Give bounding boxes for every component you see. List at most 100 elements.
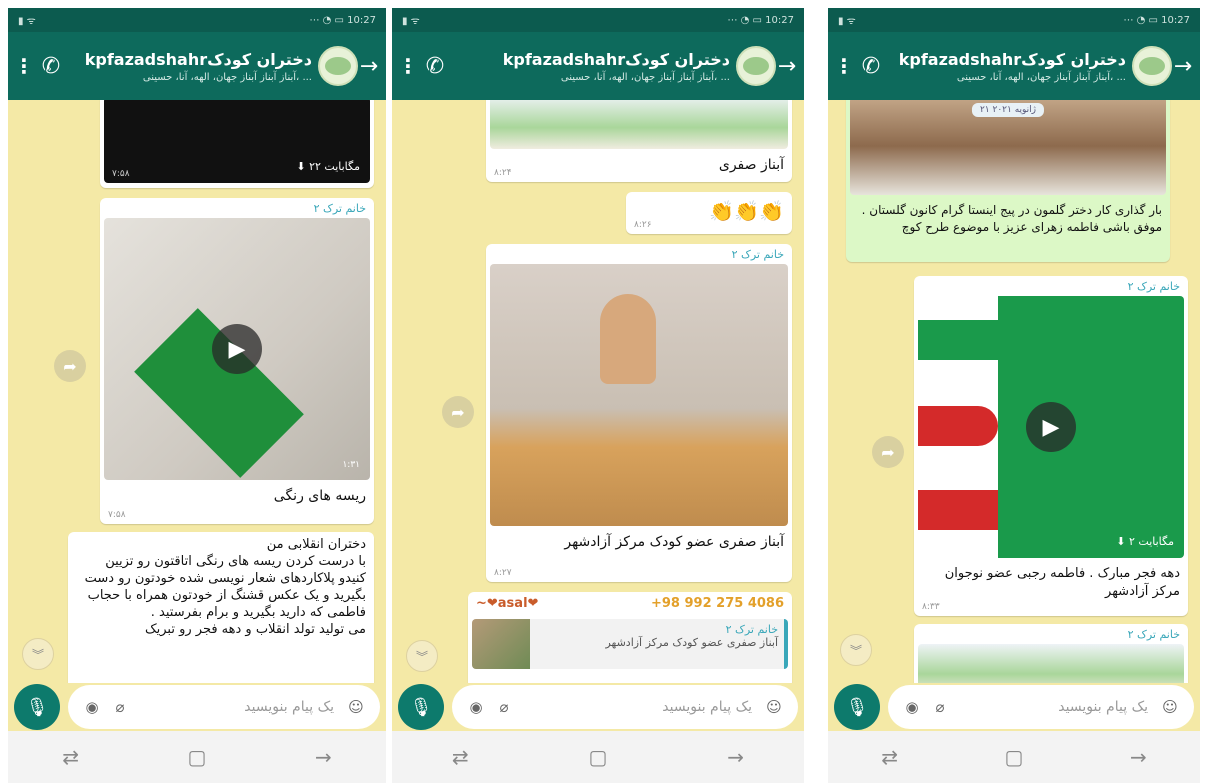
text-message[interactable]: دختران انقلابی من با درست کردن ریسه های … (68, 532, 374, 683)
recent-apps-icon[interactable]: ⇄ (881, 745, 898, 769)
status-bar: ▮ ᯤ ⋯ ◔ ▭ 10:27 (392, 8, 804, 32)
chat-subtitle: آبناز آبناز آبناز جهان، الهه، آنا، حسینی… (956, 71, 1126, 83)
group-avatar[interactable] (1132, 46, 1172, 86)
home-icon[interactable]: ▢ (1005, 745, 1024, 769)
group-avatar[interactable] (736, 46, 776, 86)
message-caption: ریسه های رنگی (273, 488, 366, 504)
image-thumbnail[interactable] (490, 100, 788, 149)
nav-back-icon[interactable]: → (1130, 745, 1147, 769)
scroll-down-icon[interactable]: ︾ (22, 638, 54, 670)
chat-header: ⋮ ✆ kpfazadshahrدختران کودک آبناز آبناز … (392, 32, 804, 100)
message-time: ۷:۵۸ (112, 169, 130, 179)
mic-icon[interactable]: 🎙 (14, 684, 60, 730)
phone-screen-1: ▮ ᯤ ⋯ ◔ ▭ 10:27 ⋮ ✆ kpfazadshahrدختران کو… (8, 8, 386, 783)
phone-screen-3: ▮ ᯤ ⋯ ◔ ▭ 10:27 ⋮ ✆ kpfazadshahrدختران کو… (828, 8, 1200, 783)
home-icon[interactable]: ▢ (589, 745, 608, 769)
image-message[interactable]: خانم ترک ۲ آبناز صفری عضو کودک مرکز آزاد… (486, 244, 792, 582)
chat-title-area[interactable]: kpfazadshahrدختران کودک آبناز آبناز آبنا… (68, 50, 318, 83)
scroll-down-icon[interactable]: ︾ (406, 640, 438, 672)
mic-icon[interactable]: 🎙 (834, 684, 880, 730)
home-icon[interactable]: ▢ (188, 745, 207, 769)
add-call-icon[interactable]: ✆ (418, 54, 452, 79)
message-time: ۸:۳۳ (922, 602, 940, 612)
phone-screen-2: ▮ ᯤ ⋯ ◔ ▭ 10:27 ⋮ ✆ kpfazadshahrدختران کو… (392, 8, 804, 783)
image-thumbnail[interactable]: ۲۱ ژانویه ۲۰۲۱ (850, 100, 1166, 195)
emoji-icon[interactable]: ☺ (342, 698, 370, 716)
emoji-icon[interactable]: ☺ (760, 698, 788, 716)
message-input[interactable]: ◉ ⌀ یک پیام بنویسید ☺ (68, 685, 380, 729)
image-message-outgoing[interactable]: ۲۱ ژانویه ۲۰۲۱ بار گذاری کار دختر گلمون … (846, 100, 1170, 262)
video-message[interactable]: ⬇ ۲۲ مگابایت ۷:۵۸ (100, 100, 374, 188)
video-message[interactable]: خانم ترک ۲ ▶ ۱:۳۱ ریسه های رنگی ۷:۵۸ (100, 198, 374, 524)
message-text: دختران انقلابی من با درست کردن ریسه های … (84, 537, 366, 637)
forward-icon[interactable]: ➦ (872, 436, 904, 468)
reply-message[interactable]: ~❤asal❤ +98 992 275 4086 خانم ترک ۲ آبنا… (468, 592, 792, 683)
mic-icon[interactable]: 🎙 (398, 684, 444, 730)
image-message[interactable]: آبناز صفری ۸:۲۴ (486, 100, 792, 182)
forward-icon[interactable]: ➦ (54, 350, 86, 382)
chat-header: ⋮ ✆ kpfazadshahrدختران کودک آبناز آبناز … (8, 32, 386, 100)
more-options-icon[interactable]: ⋮ (398, 54, 418, 78)
recent-apps-icon[interactable]: ⇄ (452, 745, 469, 769)
video-duration: ۱:۳۱ (342, 460, 360, 470)
system-nav-bar: ⇄ ▢ → (392, 731, 804, 783)
message-list: آبناز صفری ۸:۲۴ 👏👏👏 ۸:۲۶ خانم ترک ۲ آبنا… (392, 100, 804, 683)
play-icon[interactable]: ▶ (212, 324, 262, 374)
message-input[interactable]: ◉ ⌀ یک پیام بنویسید ☺ (888, 685, 1194, 729)
chat-title: kpfazadshahrدختران کودک (502, 49, 730, 69)
chat-title: kpfazadshahrدختران کودک (898, 49, 1126, 69)
chat-title-area[interactable]: kpfazadshahrدختران کودک آبناز آبناز آبنا… (452, 50, 736, 83)
chat-title-area[interactable]: kpfazadshahrدختران کودک آبناز آبناز آبنا… (888, 50, 1132, 83)
scroll-down-icon[interactable]: ︾ (840, 634, 872, 666)
quoted-sender: خانم ترک ۲ (725, 623, 778, 636)
message-caption: آبناز صفری (718, 157, 784, 173)
video-size: ۲۲ مگابایت (309, 160, 360, 173)
system-nav-bar: ⇄ ▢ → (828, 731, 1200, 783)
download-chip[interactable]: ⬇ ۲ مگابایت (1116, 535, 1174, 548)
forward-icon[interactable]: ➦ (442, 396, 474, 428)
add-call-icon[interactable]: ✆ (854, 54, 888, 79)
emoji-icon[interactable]: ☺ (1156, 698, 1184, 716)
video-message[interactable]: خانم ترک ۲ ▶ ⬇ ۲ مگابایت دهه فجر مبارک .… (914, 276, 1188, 616)
quoted-thumbnail (472, 619, 530, 669)
recent-apps-icon[interactable]: ⇄ (62, 745, 79, 769)
attach-icon[interactable]: ⌀ (490, 698, 518, 716)
add-call-icon[interactable]: ✆ (34, 54, 68, 79)
nav-back-icon[interactable]: → (315, 745, 332, 769)
sender-name: خانم ترک ۲ (1127, 280, 1180, 293)
attach-icon[interactable]: ⌀ (106, 698, 134, 716)
group-avatar[interactable] (318, 46, 358, 86)
input-bar: 🎙 ◉ ⌀ یک پیام بنویسید ☺ (8, 683, 386, 731)
more-options-icon[interactable]: ⋮ (14, 54, 34, 78)
message-caption: بار گذاری کار دختر گلمون در پیج اینستا گ… (861, 203, 1162, 234)
camera-icon[interactable]: ◉ (462, 698, 490, 716)
video-thumbnail[interactable]: ▶ ⬇ ۲ مگابایت (918, 296, 1184, 558)
nav-back-icon[interactable]: → (727, 745, 744, 769)
video-thumbnail[interactable]: ▶ ۱:۳۱ (104, 218, 370, 480)
chat-header: ⋮ ✆ kpfazadshahrدختران کودک آبناز آبناز … (828, 32, 1200, 100)
message-input-placeholder: یک پیام بنویسید (244, 699, 334, 715)
attach-icon[interactable]: ⌀ (926, 698, 954, 716)
image-message[interactable]: خانم ترک ۲ (914, 624, 1188, 683)
image-thumbnail[interactable] (490, 264, 788, 526)
camera-icon[interactable]: ◉ (898, 698, 926, 716)
message-caption: دهه فجر مبارک . فاطمه رجبی عضو نوجوان مر… (944, 566, 1180, 599)
download-icon: ⬇ (1116, 535, 1126, 548)
back-arrow-icon[interactable]: → (1172, 54, 1194, 79)
download-icon: ⬇ (296, 160, 306, 173)
emoji-message[interactable]: 👏👏👏 ۸:۲۶ (626, 192, 792, 234)
video-thumbnail[interactable]: ⬇ ۲۲ مگابایت ۷:۵۸ (104, 100, 370, 183)
image-thumbnail[interactable] (918, 644, 1184, 683)
chat-title: kpfazadshahrدختران کودک (84, 49, 312, 69)
quoted-message[interactable]: خانم ترک ۲ آبناز صفری عضو کودک مرکز آزاد… (472, 619, 788, 669)
quoted-text: آبناز صفری عضو کودک مرکز آزادشهر (605, 636, 778, 649)
back-arrow-icon[interactable]: → (358, 54, 380, 79)
more-options-icon[interactable]: ⋮ (834, 54, 854, 78)
camera-icon[interactable]: ◉ (78, 698, 106, 716)
sender-name: خانم ترک ۲ (313, 202, 366, 215)
play-icon[interactable]: ▶ (1026, 402, 1076, 452)
download-chip[interactable]: ⬇ ۲۲ مگابایت (296, 160, 360, 173)
back-arrow-icon[interactable]: → (776, 54, 798, 79)
status-bar: ▮ ᯤ ⋯ ◔ ▭ 10:27 (828, 8, 1200, 32)
message-input[interactable]: ◉ ⌀ یک پیام بنویسید ☺ (452, 685, 798, 729)
